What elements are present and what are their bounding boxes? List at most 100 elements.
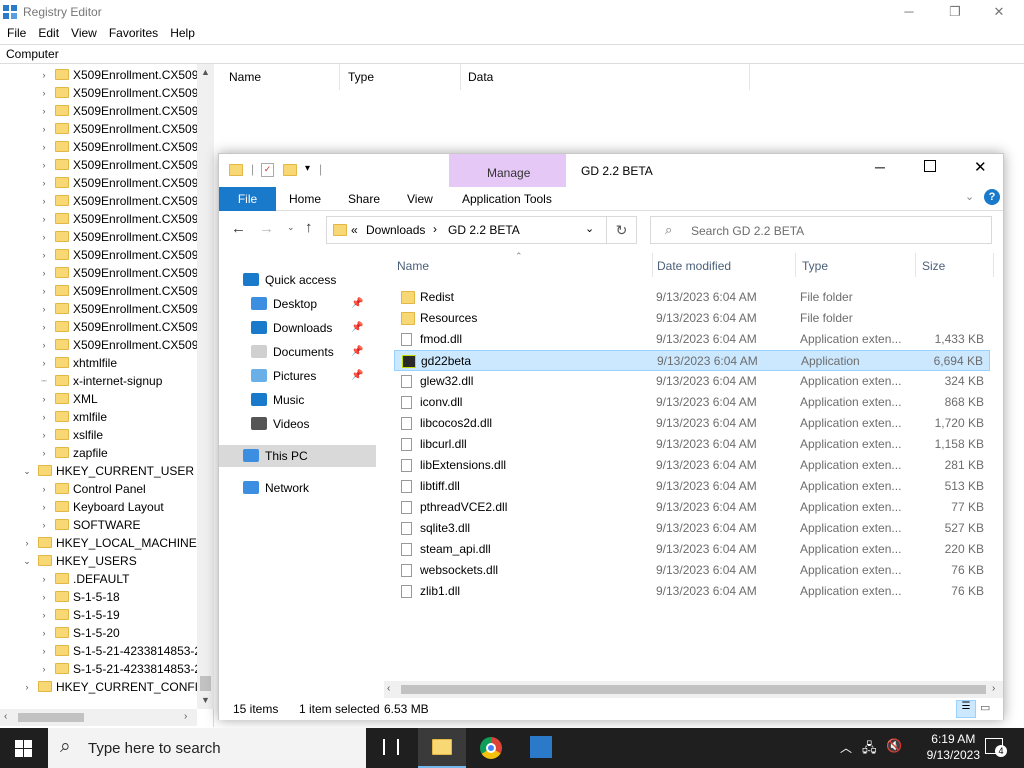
scroll-right-icon[interactable]: › <box>184 711 187 722</box>
expander-icon[interactable]: › <box>38 174 50 192</box>
tree-node[interactable]: › xslfile <box>43 426 104 444</box>
tree-node[interactable]: › xmlfile <box>43 408 108 426</box>
file-row[interactable]: pthreadVCE2.dll 9/13/2023 6:04 AM Applicat… <box>394 497 990 518</box>
refresh-icon[interactable]: ↻ <box>607 216 637 244</box>
breadcrumb-downloads[interactable]: Downloads <box>366 223 425 237</box>
registry-address-bar[interactable]: Computer <box>0 44 1024 64</box>
tree-horizontal-scrollbar[interactable]: ‹ › <box>0 709 197 726</box>
tree-node[interactable]: ┈ x-internet-signup <box>41 372 162 390</box>
up-icon[interactable]: ↑ <box>305 219 313 236</box>
expander-icon[interactable]: › <box>38 444 50 462</box>
file-row[interactable]: sqlite3.dll 9/13/2023 6:04 AM Application … <box>394 518 990 539</box>
network-icon[interactable]: 🖧 <box>862 739 877 761</box>
breadcrumb-separator[interactable]: › <box>433 222 437 236</box>
expander-icon[interactable]: › <box>38 660 50 678</box>
expander-icon[interactable]: › <box>38 408 50 426</box>
nav-item-music[interactable]: Music <box>251 389 304 411</box>
tree-node[interactable]: › X509Enrollment.CX509N <box>43 84 208 102</box>
expander-icon[interactable]: › <box>38 264 50 282</box>
tree-node[interactable]: › X509Enrollment.CX509P <box>43 192 207 210</box>
tree-node[interactable]: › S-1-5-21-4233814853-22 <box>43 660 208 678</box>
nav-item-network[interactable]: Network <box>243 477 309 499</box>
file-row[interactable]: libExtensions.dll 9/13/2023 6:04 AM Applic… <box>394 455 990 476</box>
tab-view[interactable]: View <box>407 192 433 206</box>
new-folder-icon[interactable] <box>283 164 297 176</box>
task-view-icon[interactable] <box>383 739 399 755</box>
tree-node[interactable]: › X509Enrollment.CX509N <box>43 120 208 138</box>
expander-icon[interactable]: › <box>38 606 50 624</box>
tree-node[interactable]: › X509Enrollment.CX509S <box>43 300 207 318</box>
registry-editor-taskbar-icon[interactable] <box>530 736 552 758</box>
expander-icon[interactable]: › <box>38 138 50 156</box>
expander-icon[interactable]: › <box>38 318 50 336</box>
expander-icon[interactable]: › <box>38 192 50 210</box>
file-row[interactable]: glew32.dll 9/13/2023 6:04 AM Application e… <box>394 371 990 392</box>
tree-node[interactable]: › X509Enrollment.CX509P <box>43 210 207 228</box>
nav-item-this-pc[interactable]: This PC <box>219 445 376 467</box>
tree-node[interactable]: › X509Enrollment.CX509P <box>43 264 207 282</box>
windows-start-icon[interactable] <box>15 740 32 757</box>
breadcrumb-current[interactable]: GD 2.2 BETA <box>448 223 520 237</box>
tree-node[interactable]: › S-1-5-19 <box>43 606 120 624</box>
expander-icon[interactable]: › <box>38 390 50 408</box>
expander-icon[interactable]: › <box>38 480 50 498</box>
tab-file[interactable]: File <box>219 187 276 211</box>
taskbar-clock[interactable]: 6:19 AM 9/13/2023 <box>927 731 980 763</box>
column-date-modified[interactable]: Date modified <box>657 259 731 273</box>
tree-node[interactable]: › X509Enrollment.CX509P <box>43 138 207 156</box>
forward-icon[interactable]: → <box>259 220 274 237</box>
tree-node[interactable]: › X509Enrollment.CX509P <box>43 174 207 192</box>
expander-icon[interactable]: › <box>38 570 50 588</box>
navigation-pane[interactable]: Quick access Desktop 📌 Downloads 📌 Documents 📌… <box>219 251 384 691</box>
tree-node[interactable]: › HKEY_LOCAL_MACHINE <box>26 534 197 552</box>
back-icon[interactable]: ← <box>231 220 246 237</box>
tree-node[interactable]: ⌄ HKEY_USERS <box>23 552 136 570</box>
file-list-horizontal-scrollbar[interactable]: ‹ › <box>384 681 1003 698</box>
expander-icon[interactable]: › <box>21 534 33 552</box>
tree-node[interactable]: › HKEY_CURRENT_CONFIG <box>26 678 208 696</box>
column-data[interactable]: Data <box>468 70 493 84</box>
maximize-icon[interactable] <box>924 160 936 172</box>
tab-share[interactable]: Share <box>348 192 380 206</box>
tab-home[interactable]: Home <box>289 192 321 206</box>
tree-node[interactable]: › X509Enrollment.CX509P <box>43 228 207 246</box>
menu-view[interactable]: View <box>64 23 102 40</box>
tree-node[interactable]: › X509Enrollment.CX509S <box>43 336 207 354</box>
properties-icon[interactable]: ✓ <box>261 163 274 177</box>
tree-node[interactable]: ⌄ HKEY_CURRENT_USER <box>23 462 194 480</box>
scroll-up-icon[interactable]: ▲ <box>201 67 210 77</box>
tree-node[interactable]: › X509Enrollment.CX509P <box>43 156 207 174</box>
expander-icon[interactable]: ⌄ <box>21 552 33 570</box>
tree-node[interactable]: › X509Enrollment.CX509N <box>43 102 208 120</box>
tree-node[interactable]: › S-1-5-21-4233814853-22 <box>43 642 208 660</box>
tree-node[interactable]: › X509Enrollment.CX509S <box>43 318 207 336</box>
minimize-icon[interactable]: ─ <box>875 159 885 175</box>
expander-icon[interactable]: › <box>38 102 50 120</box>
scroll-down-icon[interactable]: ▼ <box>201 695 210 705</box>
expander-icon[interactable]: › <box>38 84 50 102</box>
column-name[interactable]: Name <box>229 70 261 84</box>
expander-icon[interactable]: › <box>38 120 50 138</box>
nav-item-quick-access[interactable]: Quick access <box>243 269 336 291</box>
tree-node[interactable]: › zapfile <box>43 444 108 462</box>
nav-item-documents[interactable]: Documents 📌 <box>251 341 363 363</box>
close-icon[interactable]: ✕ <box>974 158 987 176</box>
expander-icon[interactable]: ⌄ <box>21 462 33 480</box>
expander-icon[interactable]: › <box>38 282 50 300</box>
file-row[interactable]: Redist 9/13/2023 6:04 AM File folder <box>394 287 990 308</box>
customize-qat-icon[interactable]: ▾ <box>305 163 310 174</box>
tree-node[interactable]: › X509Enrollment.CX509S <box>43 282 207 300</box>
file-row[interactable]: Resources 9/13/2023 6:04 AM File folder <box>394 308 990 329</box>
tree-node[interactable]: › Keyboard Layout <box>43 498 164 516</box>
tree-node[interactable]: › X509Enrollment.CX509P <box>43 246 207 264</box>
expander-icon[interactable]: › <box>38 336 50 354</box>
menu-file[interactable]: File <box>0 23 31 40</box>
recent-locations-icon[interactable]: ⌄ <box>287 222 295 233</box>
maximize-icon[interactable]: ❐ <box>932 0 978 23</box>
expander-icon[interactable]: › <box>38 498 50 516</box>
file-row[interactable]: libcocos2d.dll 9/13/2023 6:04 AM Applicati… <box>394 413 990 434</box>
address-dropdown-icon[interactable]: ⌄ <box>585 222 594 235</box>
volume-muted-icon[interactable]: 🔇 <box>886 738 902 754</box>
expander-icon[interactable]: › <box>38 66 50 84</box>
column-size[interactable]: Size <box>922 259 945 273</box>
